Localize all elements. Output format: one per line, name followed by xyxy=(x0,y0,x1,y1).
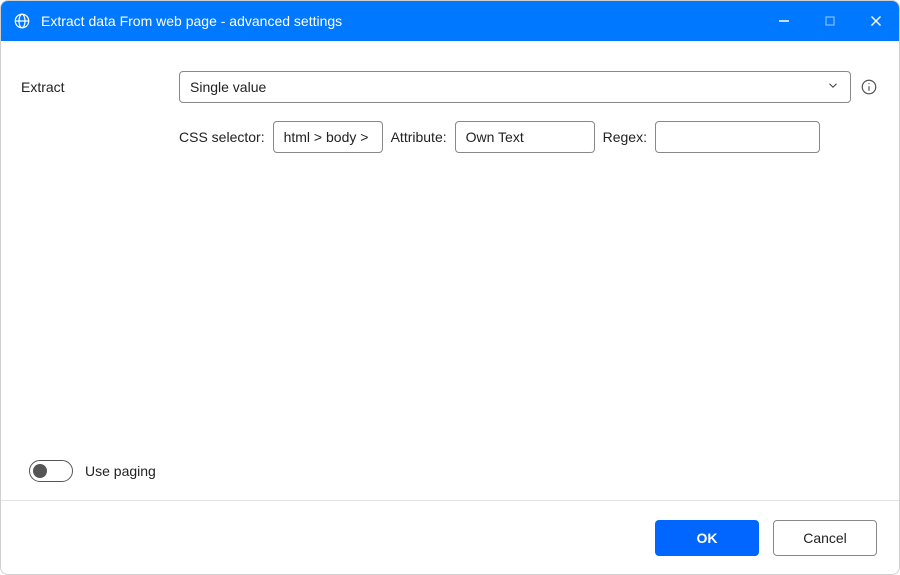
dialog-footer: OK Cancel xyxy=(1,500,899,574)
css-selector-input[interactable]: html > body > xyxy=(273,121,383,153)
ok-button-label: OK xyxy=(697,530,718,546)
close-button[interactable] xyxy=(853,1,899,41)
css-selector-label: CSS selector: xyxy=(179,129,265,145)
extract-select-value: Single value xyxy=(190,79,266,95)
maximize-button xyxy=(807,1,853,41)
cancel-button[interactable]: Cancel xyxy=(773,520,877,556)
minimize-button[interactable] xyxy=(761,1,807,41)
extract-select[interactable]: Single value xyxy=(179,71,851,103)
attribute-label: Attribute: xyxy=(391,129,447,145)
globe-icon xyxy=(11,10,33,32)
toggle-knob xyxy=(33,464,47,478)
info-icon[interactable] xyxy=(859,77,879,97)
use-paging-label: Use paging xyxy=(85,463,156,479)
dialog-window: Extract data From web page - advanced se… xyxy=(0,0,900,575)
attribute-value: Own Text xyxy=(466,129,524,145)
chevron-down-icon xyxy=(826,79,840,96)
attribute-input[interactable]: Own Text xyxy=(455,121,595,153)
titlebar: Extract data From web page - advanced se… xyxy=(1,1,899,41)
cancel-button-label: Cancel xyxy=(803,530,847,546)
regex-label: Regex: xyxy=(603,129,647,145)
css-selector-value: html > body > xyxy=(284,129,369,145)
use-paging-toggle[interactable] xyxy=(29,460,73,482)
window-title: Extract data From web page - advanced se… xyxy=(41,13,342,29)
extract-label: Extract xyxy=(21,79,179,95)
regex-input[interactable] xyxy=(655,121,820,153)
dialog-content: Extract Single value xyxy=(1,41,899,500)
ok-button[interactable]: OK xyxy=(655,520,759,556)
